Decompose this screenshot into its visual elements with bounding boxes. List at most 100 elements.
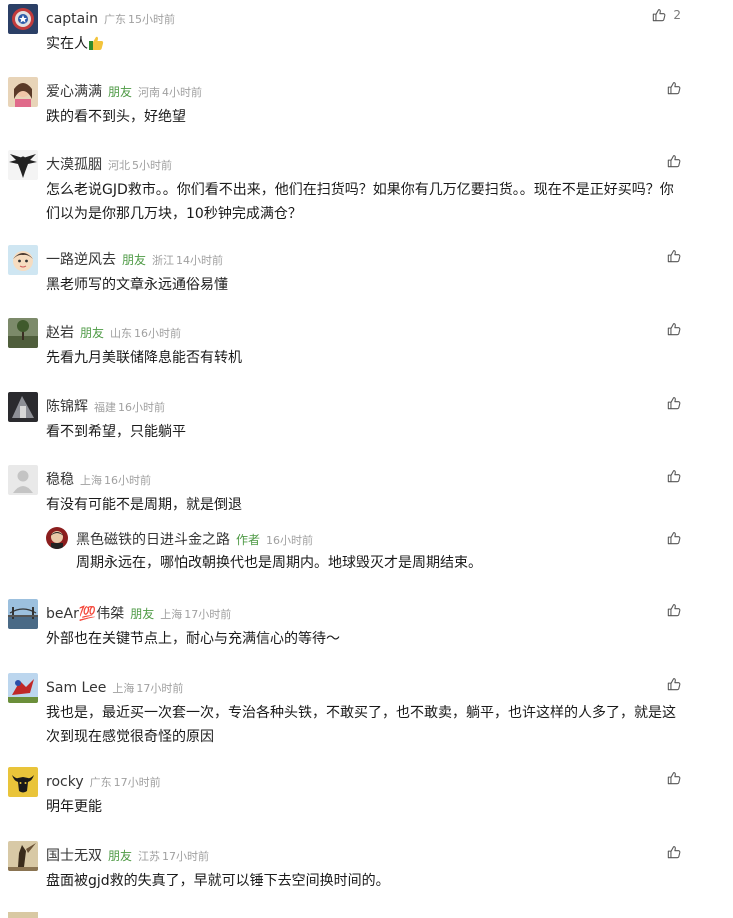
thumbs-up-icon [667,678,681,691]
comment-text: 跌的看不到头，好绝望 [46,109,186,125]
commenter-name[interactable]: 爱心满满 [46,84,102,100]
commenter-name[interactable]: 国士无双 [46,848,102,864]
reply-text: 周期永远在，哪怕改朝换代也是周期内。地球毁灭才是周期结束。 [76,555,482,571]
friend-badge: 朋友 [130,607,155,621]
location: 广东 [89,776,112,789]
avatar[interactable] [8,599,38,629]
timestamp: 4小时前 [162,86,203,99]
avatar[interactable] [8,318,38,348]
timestamp: 15小时前 [128,13,175,26]
comment-meta: beAr💯伟桀 朋友 上海 17小时前 [46,603,231,625]
like-button[interactable] [667,677,681,691]
replier-name[interactable]: 黑色磁铁的日进斗金之路 [76,532,230,548]
like-button[interactable] [667,322,681,336]
friend-badge: 朋友 [108,849,133,863]
commenter-name[interactable]: rocky [46,774,84,790]
like-button[interactable] [667,81,681,95]
comment-meta: Sam Lee 上海 17小时前 [46,677,183,699]
like-button[interactable]: 2 [652,8,681,22]
avatar[interactable] [8,841,38,871]
timestamp: 16小时前 [134,327,182,340]
avatar[interactable] [8,392,38,422]
comment-meta: rocky 广东 17小时前 [46,771,161,793]
like-button[interactable] [667,771,681,785]
avatar[interactable] [8,4,38,34]
timestamp: 5小时前 [132,159,172,172]
thumbs-up-icon [667,470,681,483]
comment-text: 盘面被gjd救的失真了，早就可以锤下去空间换时间的。 [46,873,390,889]
like-button[interactable] [667,249,681,263]
like-button[interactable] [667,154,681,168]
comment-meta: 大漠孤胭 河北 5小时前 [46,154,172,176]
location: 山东 [110,327,133,340]
avatar[interactable] [8,673,38,703]
location: 浙江 [152,254,175,267]
commenter-name[interactable]: Sam Lee [46,680,106,696]
avatar[interactable] [8,150,38,180]
reply-meta: 黑色磁铁的日进斗金之路 作者 16小时前 [76,529,313,551]
avatar[interactable] [8,465,38,495]
comment-text: 看不到希望，只能躺平 [46,424,186,440]
location: 河南 [138,86,161,99]
timestamp: 14小时前 [176,254,224,267]
location: 福建 [94,401,116,414]
commenter-name[interactable]: captain [46,11,98,27]
commenter-name[interactable]: 大漠孤胭 [46,157,102,173]
avatar[interactable] [46,527,68,549]
location: 上海 [112,682,135,695]
friend-badge: 朋友 [122,253,147,267]
location: 江苏 [138,850,161,863]
like-button[interactable] [667,396,681,410]
comment-text: 先看九月美联储降息能否有转机 [46,350,242,366]
comment-text: 黑老师写的文章永远通俗易懂 [46,277,228,293]
comment-text: 有没有可能不是周期，就是倒退 [46,497,242,513]
commenter-name[interactable]: 陈锦辉 [46,399,88,415]
comment-meta: captain 广东 15小时前 [46,8,175,30]
avatar[interactable] [8,245,38,275]
like-button[interactable] [667,531,681,545]
timestamp: 17小时前 [113,776,161,789]
thumbs-up-icon [667,604,681,617]
thumbs-up-icon [667,846,681,859]
comment-meta: 国士无双 朋友 江苏 17小时前 [46,845,209,867]
comment-meta: 赵岩 朋友 山东 16小时前 [46,322,181,344]
comment-text: 我也是，最近买一次套一次，专治各种头铁，不敢买了，也不敢卖，躺平，也许这样的人多… [46,705,676,745]
thumbs-up-icon [667,323,681,336]
comment-meta: 爱心满满 朋友 河南 4小时前 [46,81,202,103]
friend-badge: 朋友 [80,326,105,340]
like-button[interactable] [667,469,681,483]
author-badge: 作者 [236,533,261,547]
avatar[interactable] [8,767,38,797]
thumbs-up-icon [667,532,681,545]
comment-text: 外部也在关键节点上，耐心与充满信心的等待～ [46,631,340,647]
timestamp: 17小时前 [136,682,184,695]
like-count: 2 [673,8,681,22]
commenter-name[interactable]: beAr💯伟桀 [46,606,124,622]
friend-badge: 朋友 [108,85,133,99]
avatar[interactable] [8,77,38,107]
thumbs-up-icon [667,397,681,410]
thumbs-up-icon [667,250,681,263]
location: 上海 [80,474,102,487]
avatar[interactable] [8,912,38,918]
comment-text: 明年更能 [46,799,102,815]
comment-meta: 陈锦辉 福建 16小时前 [46,396,165,418]
timestamp: 17小时前 [184,608,232,621]
comment-text: 实在人 [46,32,686,56]
commenter-name[interactable]: 赵岩 [46,325,74,341]
timestamp: 17小时前 [162,850,210,863]
location: 广东 [104,13,126,26]
comment-meta: 一路逆风去 朋友 浙江 14小时前 [46,249,223,271]
commenter-name[interactable]: 稳稳 [46,472,74,488]
like-button[interactable] [667,603,681,617]
like-button[interactable] [667,845,681,859]
comment-meta: 稳稳 上海 16小时前 [46,469,151,491]
timestamp: 16小时前 [266,534,314,547]
comment-text: 怎么老说GJD救市。。你们看不出来，他们在扫货吗？如果你有几万亿要扫货。。现在不… [46,182,674,222]
location: 河北 [108,159,130,172]
thumbs-up-emoji-icon [89,36,104,50]
thumbs-up-icon [667,155,681,168]
thumbs-up-icon [667,772,681,785]
commenter-name[interactable]: 一路逆风去 [46,252,116,268]
timestamp: 16小时前 [118,401,165,414]
